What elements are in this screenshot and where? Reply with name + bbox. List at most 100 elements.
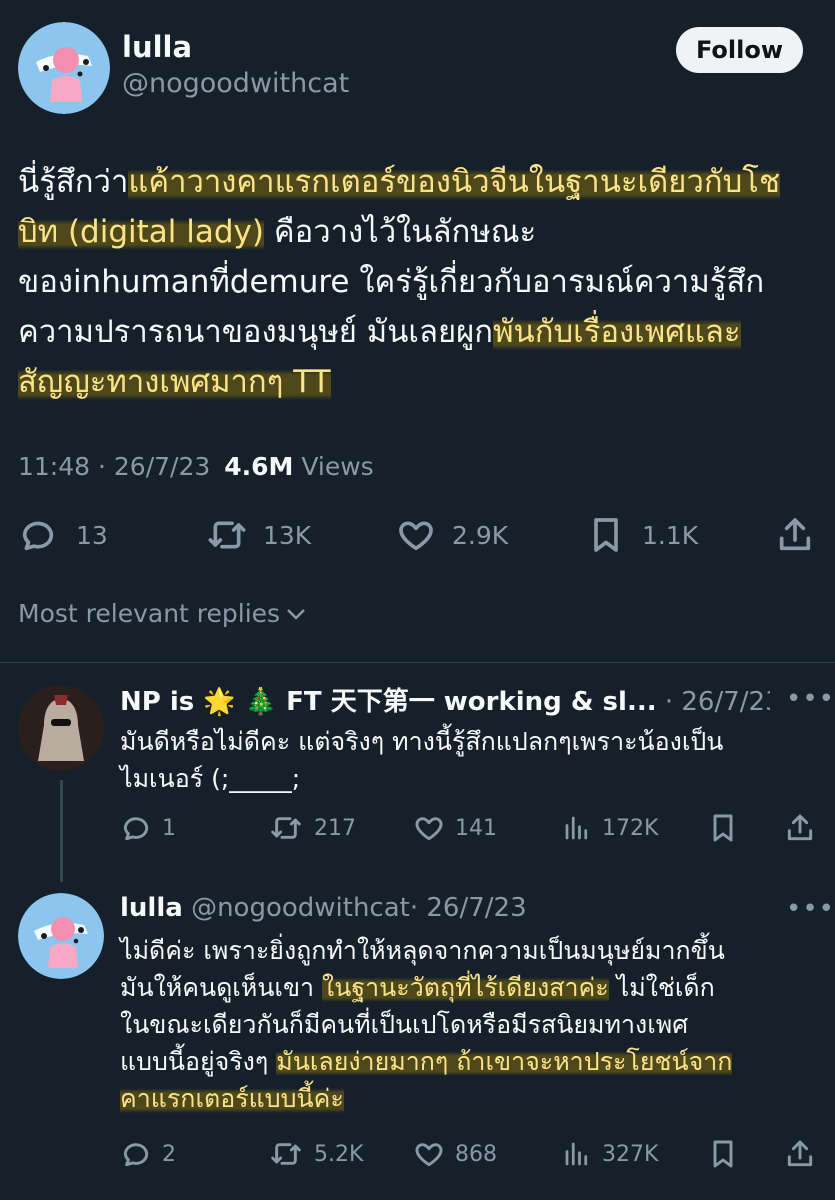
text-segment: ไม่ใช่เด็ก	[608, 973, 715, 1002]
retweet-icon	[271, 1143, 301, 1165]
share-icon	[779, 518, 811, 551]
like-icon	[399, 521, 433, 551]
bookmark-button[interactable]: 1.1K	[586, 515, 698, 555]
reply-author-name[interactable]: NP is 🌟 🎄 FT 天下第一 working & sl...	[120, 687, 657, 717]
bookmark-icon	[594, 518, 618, 552]
highlighted-text: ในฐานะวัตถุที่ไร้เดียงสาค่ะ	[322, 973, 609, 1002]
text-segment: ในขณะเดียวกันก็มีคนที่เป็นเปโดหรือมีรสนิ…	[120, 1010, 689, 1039]
share-button[interactable]	[775, 515, 815, 555]
retweet-button[interactable]: 217	[268, 812, 356, 844]
views-label: Views	[301, 452, 374, 481]
text-segment: แบบนี้อยู่จริงๆ	[120, 1047, 277, 1076]
like-count: 2.9K	[452, 520, 509, 550]
retweet-button[interactable]: 13K	[205, 515, 311, 555]
text-segment: มันให้คนดูเห็นเขา	[120, 973, 323, 1002]
retweet-button[interactable]: 5.2K	[268, 1138, 363, 1170]
follow-button[interactable]: Follow	[676, 27, 803, 73]
divider	[0, 662, 835, 663]
bookmark-button[interactable]	[707, 812, 739, 844]
reply-line: ไมเนอร์ (;_____;	[120, 760, 820, 797]
reply-count: 13	[76, 520, 108, 550]
reply-line: มันให้คนดูเห็นเขา ในฐานะวัตถุที่ไร้เดียง…	[120, 969, 825, 1006]
reply-avatar[interactable]	[18, 893, 104, 979]
text-segment: คือวางไว้ในลักษณะ	[264, 214, 537, 250]
highlighted-text: พันกับเรื่องเพศและ	[493, 314, 741, 350]
author-handle[interactable]: @nogoodwithcat	[122, 68, 349, 99]
like-button[interactable]: 868	[413, 1138, 497, 1170]
reply-avatar[interactable]	[18, 685, 104, 771]
views-count: 4.6M	[224, 452, 294, 481]
reply-count: 2	[162, 1141, 176, 1167]
more-icon[interactable]: •••	[786, 684, 835, 714]
views-button[interactable]: 172K	[562, 812, 658, 844]
text-segment: มันดีหรือไม่ดีคะ แต่จริงๆ ทางนี้รู้สึกแป…	[120, 727, 724, 756]
reply-text: ไม่ดีค่ะ เพราะยิ่งถูกทำให้หลุดจากความเป็…	[120, 932, 825, 1117]
like-icon	[415, 1143, 443, 1167]
highlighted-text: บิท (digital lady)	[18, 214, 264, 250]
like-count: 141	[455, 815, 497, 841]
reply-button[interactable]: 1	[120, 812, 176, 844]
reply-icon	[22, 521, 54, 551]
reply-author-name[interactable]: lulla	[120, 893, 183, 923]
tweet-line: นี่รู้สึกว่าแค้าวางคาแรกเตอร์ของนิวจีนใน…	[18, 157, 818, 207]
share-button[interactable]	[784, 812, 816, 844]
text-segment: ไม่ดีค่ะ เพราะยิ่งถูกทำให้หลุดจากความเป็…	[120, 936, 725, 965]
reply-count: 1	[162, 815, 176, 841]
like-button[interactable]: 141	[413, 812, 497, 844]
reply-header: lulla @nogoodwithcat· 26/7/23	[120, 893, 770, 923]
views-button[interactable]: 327K	[562, 1138, 658, 1170]
views-icon	[565, 816, 588, 840]
highlighted-text: มันเลยง่ายมากๆ ถ้าเขาจะหาประโยชน์จาก	[276, 1047, 733, 1076]
text-segment: นี่รู้สึกว่า	[18, 164, 129, 200]
reply-text: มันดีหรือไม่ดีคะ แต่จริงๆ ทางนี้รู้สึกแป…	[120, 723, 820, 797]
reply-date[interactable]: · 26/7/23	[665, 687, 770, 717]
reply-line: มันดีหรือไม่ดีคะ แต่จริงๆ ทางนี้รู้สึกแป…	[120, 723, 820, 760]
share-icon	[787, 1140, 813, 1167]
text-segment: ของinhumanที่demure ใคร่รู้เกี่ยวกับอารม…	[18, 264, 765, 300]
replies-sort-dropdown[interactable]: Most relevant replies	[18, 599, 308, 628]
retweet-icon	[208, 521, 246, 549]
tweet-date[interactable]: 26/7/23	[114, 452, 210, 481]
more-icon[interactable]: •••	[786, 894, 835, 924]
tweet-line: สัญญะทางเพศมากๆ TT	[18, 357, 818, 407]
tweet-line: ของinhumanที่demure ใคร่รู้เกี่ยวกับอารม…	[18, 257, 818, 307]
author-name[interactable]: lulla	[122, 30, 192, 64]
like-button[interactable]: 2.9K	[396, 515, 508, 555]
reply-line: แบบนี้อยู่จริงๆ มันเลยง่ายมากๆ ถ้าเขาจะห…	[120, 1043, 825, 1080]
highlighted-text: คาแรกเตอร์แบบนี้ค่ะ	[120, 1084, 344, 1113]
like-icon	[415, 817, 443, 841]
retweet-count: 13K	[263, 520, 312, 550]
like-count: 868	[455, 1141, 497, 1167]
reply-button[interactable]: 2	[120, 1138, 176, 1170]
retweet-icon	[271, 817, 301, 839]
tweet-time[interactable]: 11:48	[18, 452, 90, 481]
reply-header: NP is 🌟 🎄 FT 天下第一 working & sl... · 26/7…	[120, 681, 770, 718]
text-segment: ความปรารถนาของมนุษย์ มันเลยผูก	[18, 314, 494, 350]
chevron-down-icon	[287, 608, 305, 620]
reply-icon	[123, 817, 149, 841]
reply-author-handle[interactable]: @nogoodwithcat	[191, 893, 410, 923]
tweet-line: บิท (digital lady) คือวางไว้ในลักษณะ	[18, 207, 818, 257]
reply-line: ไม่ดีค่ะ เพราะยิ่งถูกทำให้หลุดจากความเป็…	[120, 932, 825, 969]
reply-icon	[123, 1143, 149, 1167]
share-icon	[787, 814, 813, 841]
tweet-line: ความปรารถนาของมนุษย์ มันเลยผูกพันกับเรื่…	[18, 307, 818, 357]
highlighted-text: แค้าวางคาแรกเตอร์ของนิวจีนในฐานะเดียวกับ…	[128, 164, 780, 200]
reply-date[interactable]: · 26/7/23	[410, 893, 527, 923]
bookmark-button[interactable]	[707, 1138, 739, 1170]
bookmark-count: 1.1K	[642, 520, 699, 550]
views-icon	[565, 1142, 588, 1166]
views-count: 172K	[602, 815, 659, 841]
highlighted-text: สัญญะทางเพศมากๆ TT	[18, 364, 331, 400]
author-avatar[interactable]	[18, 22, 110, 114]
thread-line	[60, 780, 63, 882]
bookmark-icon	[713, 814, 733, 842]
reply-line: ในขณะเดียวกันก็มีคนที่เป็นเปโดหรือมีรสนิ…	[120, 1006, 825, 1043]
views-count: 327K	[602, 1141, 659, 1167]
share-button[interactable]	[784, 1138, 816, 1170]
retweet-count: 5.2K	[314, 1141, 364, 1167]
replies-sort-label: Most relevant replies	[18, 599, 281, 628]
reply-line: คาแรกเตอร์แบบนี้ค่ะ	[120, 1080, 825, 1117]
reply-button[interactable]: 13	[18, 515, 108, 555]
tweet-meta: 11:48 · 26/7/23 4.6M Views	[18, 452, 374, 481]
